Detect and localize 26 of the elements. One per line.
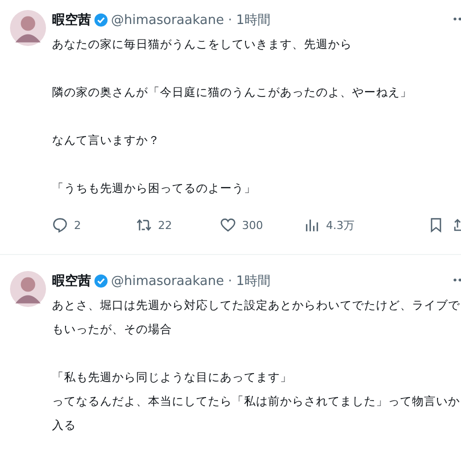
post-time[interactable]: 1時間: [236, 11, 270, 29]
bar-chart-icon[interactable]: [304, 217, 320, 233]
reply-icon[interactable]: [52, 217, 68, 233]
view-count: 4.3万: [326, 218, 354, 232]
display-name[interactable]: 暇空茜: [52, 272, 91, 290]
avatar[interactable]: [10, 271, 46, 307]
tweet-text: あなたの家に毎日猫がうんこをしていきます、先週から: [52, 36, 353, 53]
repost-count: 22: [158, 218, 172, 232]
tweet-text: 隣の家の奥さんが「今日庭に猫のうんこがあったのよ、やーねえ」: [52, 84, 413, 101]
tweet-text: なんて言いますか？: [52, 132, 161, 149]
post-time[interactable]: 1時間: [236, 272, 270, 290]
heart-icon[interactable]: [220, 217, 236, 233]
repost-icon[interactable]: [136, 217, 152, 233]
separator-dot: ·: [228, 274, 232, 288]
user-handle[interactable]: @himasoraakane: [111, 274, 224, 288]
display-name[interactable]: 暇空茜: [52, 11, 91, 29]
separator-dot: ·: [228, 12, 232, 28]
tweet-text: 「うちも先週から困ってるのよーう」: [52, 180, 257, 197]
share-icon[interactable]: [454, 217, 461, 233]
reply-count: 2: [74, 218, 81, 232]
bookmark-icon[interactable]: [428, 217, 444, 233]
user-handle[interactable]: @himasoraakane: [111, 12, 224, 28]
avatar[interactable]: [10, 10, 46, 46]
tweet-text: あとさ、堀口は先週から対応してた設定あとからわいてでたけど、ライブで もいったが、その場合: [52, 297, 461, 338]
tweet-text: 「私も先週から同じような目にあってます」 ってなるんだよ、本当にしてたら「私は前からされてました」って物言いか 入る: [52, 369, 461, 434]
like-count: 300: [242, 218, 263, 232]
